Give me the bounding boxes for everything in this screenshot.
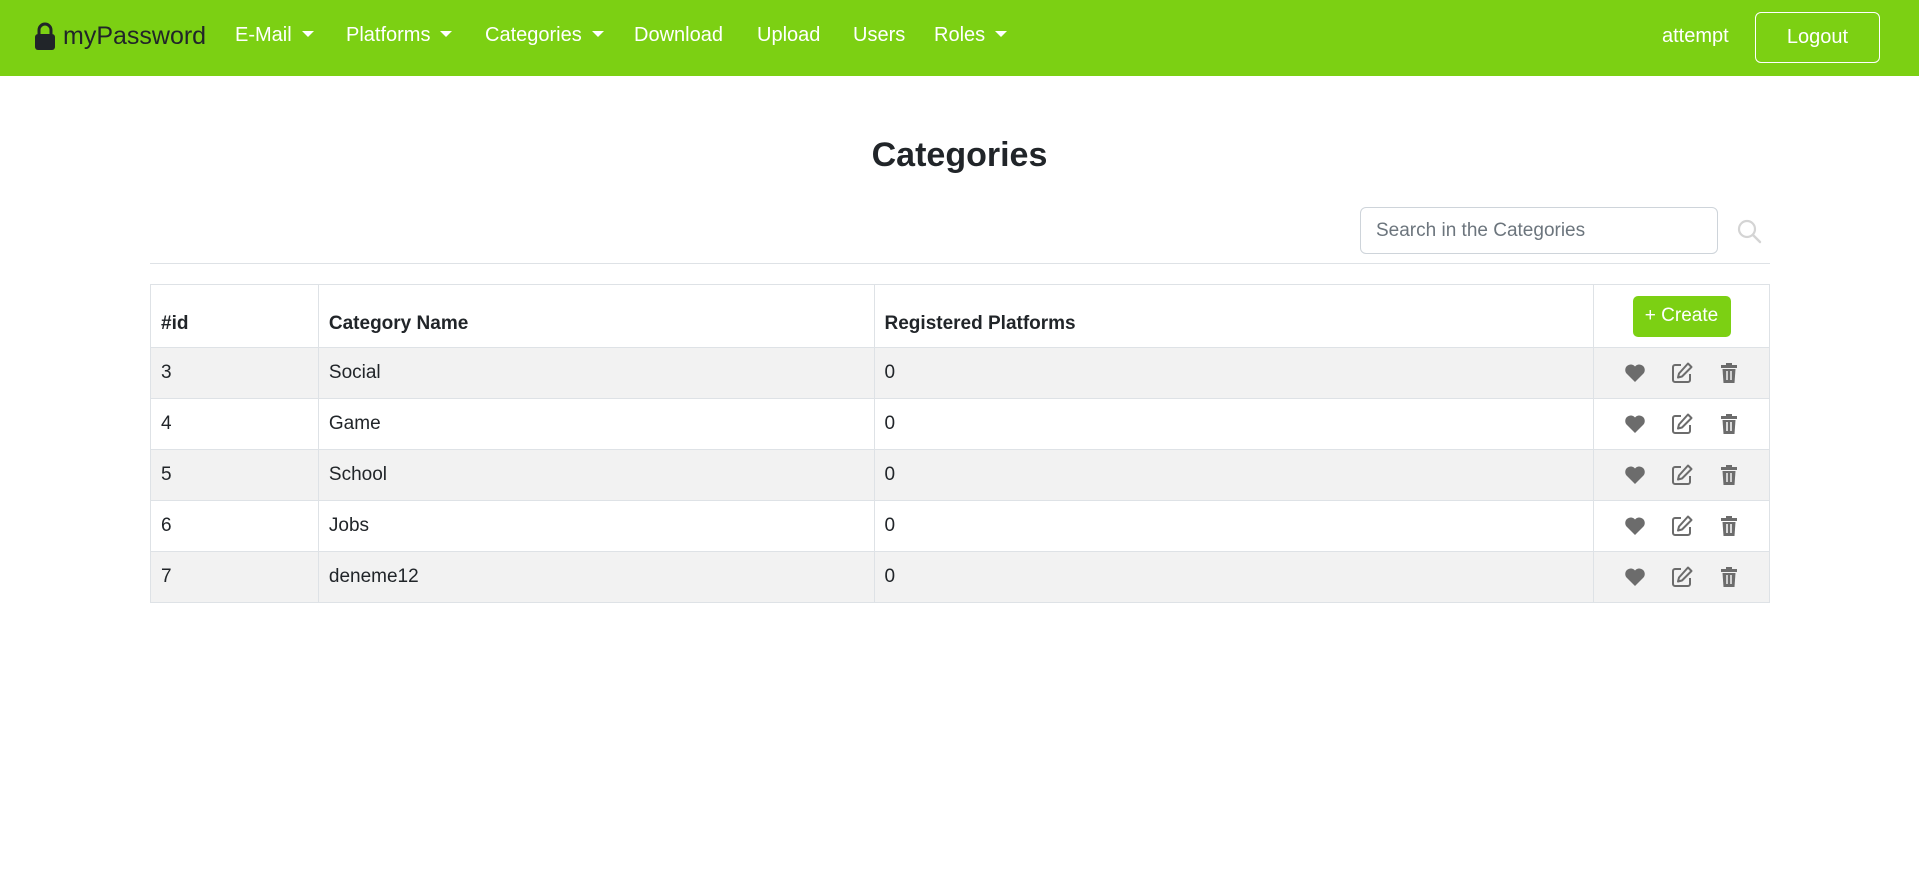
nav-roles-dropdown[interactable]: Roles <box>934 24 1008 47</box>
page-title: Categories <box>871 136 1048 174</box>
nav-email-label: E-Mail <box>235 24 292 46</box>
nav-platforms-label: Platforms <box>346 24 431 46</box>
heart-icon[interactable] <box>1623 412 1647 436</box>
brand-link[interactable]: myPassword <box>33 22 206 51</box>
cell-category-name: Jobs <box>317 500 875 552</box>
caret-down-icon <box>995 31 1008 37</box>
cell-actions <box>1593 551 1770 603</box>
nav-platforms-dropdown[interactable]: Platforms <box>346 24 453 47</box>
heart-icon[interactable] <box>1623 361 1647 385</box>
nav-download-label: Download <box>634 24 723 46</box>
caret-down-icon <box>440 31 453 37</box>
cell-id: 5 <box>150 449 319 501</box>
nav-users-label: Users <box>853 24 906 46</box>
trash-icon[interactable] <box>1717 463 1741 487</box>
table-row: 6 Jobs 0 <box>150 500 1770 552</box>
table-row: 5 School 0 <box>150 449 1770 501</box>
edit-icon[interactable] <box>1670 412 1694 436</box>
top-navbar: myPassword E-Mail Platforms Categories D… <box>0 0 1919 76</box>
trash-icon[interactable] <box>1717 412 1741 436</box>
current-user-label: attempt <box>1662 25 1729 47</box>
create-button[interactable]: + Create <box>1632 295 1731 337</box>
edit-icon[interactable] <box>1670 565 1694 589</box>
edit-icon[interactable] <box>1670 514 1694 538</box>
cell-category-name: Game <box>317 398 875 450</box>
header-actions: + Create <box>1593 284 1770 348</box>
cell-id: 6 <box>150 500 319 552</box>
edit-icon[interactable] <box>1670 361 1694 385</box>
header-category-name: Category Name <box>317 284 875 348</box>
cell-actions <box>1593 347 1770 399</box>
table-header-row: #id Category Name Registered Platforms +… <box>150 284 1770 348</box>
search-input[interactable] <box>1360 207 1718 254</box>
cell-registered-platforms: 0 <box>873 500 1595 552</box>
header-registered-platforms: Registered Platforms <box>873 284 1595 348</box>
trash-icon[interactable] <box>1717 565 1741 589</box>
table-row: 4 Game 0 <box>150 398 1770 450</box>
logout-button[interactable]: Logout <box>1755 12 1880 63</box>
trash-icon[interactable] <box>1717 514 1741 538</box>
cell-id: 4 <box>150 398 319 450</box>
nav-categories-label: Categories <box>485 24 582 46</box>
table-row: 7 deneme12 0 <box>150 551 1770 603</box>
categories-table: #id Category Name Registered Platforms +… <box>150 284 1770 603</box>
lock-icon <box>35 22 55 50</box>
nav-roles-label: Roles <box>934 24 986 46</box>
search-icon[interactable] <box>1736 218 1762 244</box>
cell-id: 7 <box>150 551 319 603</box>
nav-users-link[interactable]: Users <box>853 24 905 47</box>
heart-icon[interactable] <box>1623 514 1647 538</box>
trash-icon[interactable] <box>1717 361 1741 385</box>
nav-categories-dropdown[interactable]: Categories <box>485 24 604 47</box>
cell-category-name: Social <box>317 347 875 399</box>
edit-icon[interactable] <box>1670 463 1694 487</box>
cell-registered-platforms: 0 <box>873 398 1595 450</box>
cell-registered-platforms: 0 <box>873 449 1595 501</box>
heart-icon[interactable] <box>1623 463 1647 487</box>
caret-down-icon <box>301 31 314 37</box>
cell-category-name: School <box>317 449 875 501</box>
caret-down-icon <box>591 31 604 37</box>
header-id: #id <box>150 284 319 348</box>
nav-upload-label: Upload <box>757 24 821 46</box>
brand-name: myPassword <box>63 22 207 50</box>
cell-category-name: deneme12 <box>317 551 875 603</box>
section-divider <box>150 263 1770 264</box>
cell-actions <box>1593 449 1770 501</box>
nav-email-dropdown[interactable]: E-Mail <box>235 24 314 47</box>
cell-actions <box>1593 398 1770 450</box>
heart-icon[interactable] <box>1623 565 1647 589</box>
nav-download-link[interactable]: Download <box>634 24 723 47</box>
table-row: 3 Social 0 <box>150 347 1770 399</box>
cell-registered-platforms: 0 <box>873 347 1595 399</box>
nav-upload-link[interactable]: Upload <box>757 24 820 47</box>
cell-registered-platforms: 0 <box>873 551 1595 603</box>
cell-id: 3 <box>150 347 319 399</box>
cell-actions <box>1593 500 1770 552</box>
